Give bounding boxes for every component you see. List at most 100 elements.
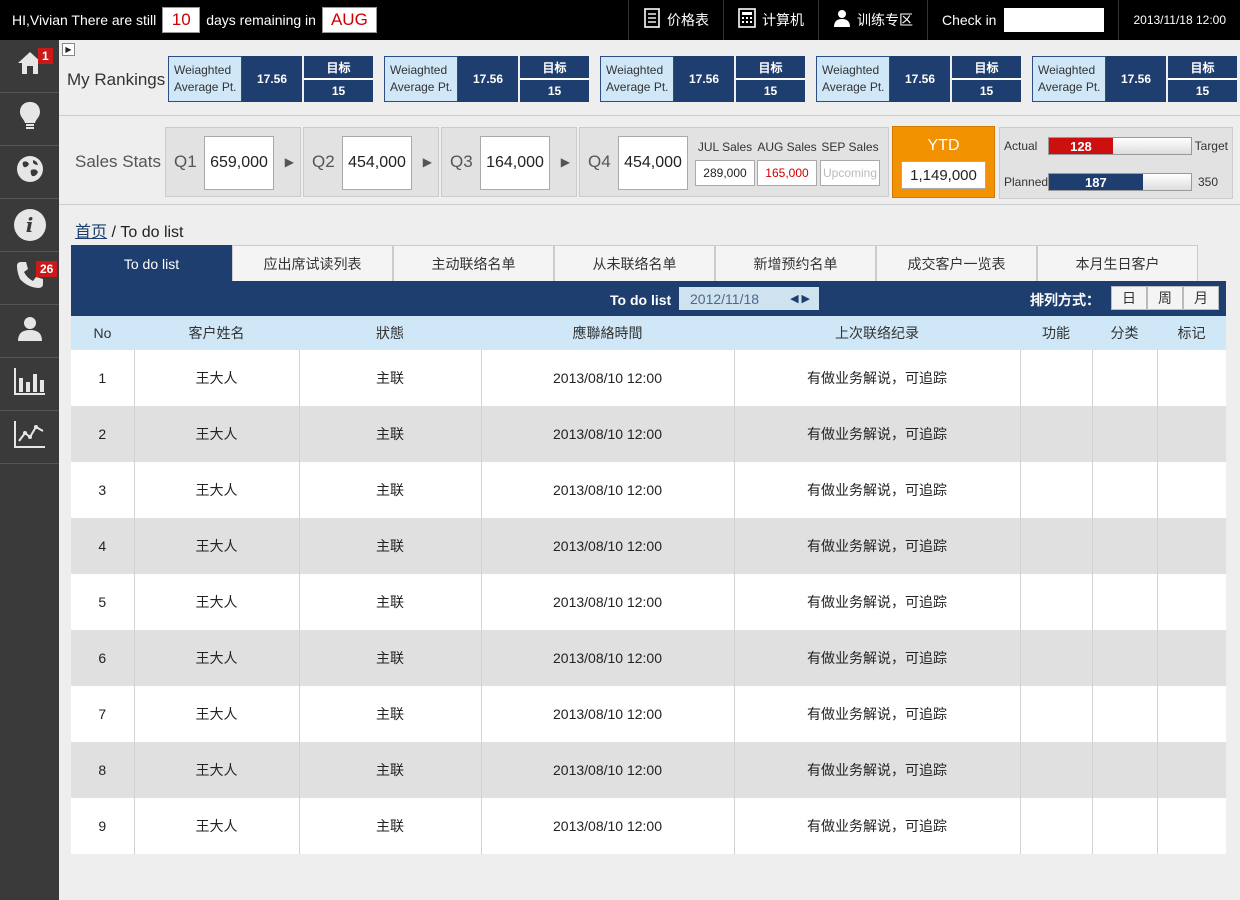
column-header-status[interactable]: 狀態	[299, 316, 481, 350]
actual-bar: 128	[1048, 137, 1192, 155]
cell-mark[interactable]	[1157, 462, 1226, 518]
table-row[interactable]: 9 王大人 主联 2013/08/10 12:00 有做业务解说，可追踪	[71, 798, 1226, 854]
checkin-field[interactable]	[1004, 8, 1105, 32]
table-row[interactable]: 2 王大人 主联 2013/08/10 12:00 有做业务解说，可追踪	[71, 406, 1226, 462]
cell-mark[interactable]	[1157, 630, 1226, 686]
column-header-no[interactable]: No	[71, 316, 134, 350]
tab-trial-attendance[interactable]: 应出席试读列表	[232, 245, 393, 281]
sidebar-item-home[interactable]: 1	[0, 40, 59, 93]
cell-category[interactable]	[1092, 574, 1158, 630]
cell-no: 6	[71, 630, 135, 686]
sort-month-button[interactable]: 月	[1183, 286, 1219, 310]
tab-active-contacts[interactable]: 主动联络名单	[393, 245, 554, 281]
cell-mark[interactable]	[1157, 574, 1226, 630]
ranking-value: 17.56	[242, 56, 302, 102]
date-picker[interactable]: 2012/11/18 ◀▶	[679, 287, 819, 310]
cell-mark[interactable]	[1157, 798, 1226, 854]
cell-category[interactable]	[1092, 518, 1158, 574]
table-row[interactable]: 4 王大人 主联 2013/08/10 12:00 有做业务解说，可追踪	[71, 518, 1226, 574]
month-sales-label: AUG Sales	[757, 140, 817, 154]
sidebar-item-bar-chart[interactable]	[0, 358, 59, 411]
cell-category[interactable]	[1092, 406, 1158, 462]
table-row[interactable]: 3 王大人 主联 2013/08/10 12:00 有做业务解说，可追踪	[71, 462, 1226, 518]
column-header-contact-time[interactable]: 應聯絡時間	[481, 316, 734, 350]
quarter-q2: Q2 454,000 ▶	[303, 127, 439, 197]
table-row[interactable]: 1 王大人 主联 2013/08/10 12:00 有做业务解说，可追踪	[71, 350, 1226, 406]
cell-category[interactable]	[1092, 462, 1158, 518]
cell-function[interactable]	[1020, 630, 1093, 686]
arrow-right-icon: ▶	[284, 155, 294, 169]
cell-function[interactable]	[1020, 742, 1093, 798]
column-header-category[interactable]: 分类	[1092, 316, 1157, 350]
planned-bar-fill: 187	[1049, 174, 1143, 190]
cell-category[interactable]	[1092, 630, 1158, 686]
cell-category[interactable]	[1092, 686, 1158, 742]
column-header-function[interactable]: 功能	[1020, 316, 1092, 350]
cell-function[interactable]	[1020, 406, 1093, 462]
cell-mark[interactable]	[1157, 406, 1226, 462]
cell-mark[interactable]	[1157, 350, 1226, 406]
table-row[interactable]: 6 王大人 主联 2013/08/10 12:00 有做业务解说，可追踪	[71, 630, 1226, 686]
ranking-value: 17.56	[890, 56, 950, 102]
cell-status: 主联	[299, 686, 482, 742]
collapse-toggle[interactable]: ▶	[62, 43, 75, 56]
column-header-last-record[interactable]: 上次联络纪录	[734, 316, 1020, 350]
sidebar-item-globe[interactable]	[0, 146, 59, 199]
tab-birthdays[interactable]: 本月生日客户	[1037, 245, 1198, 281]
quarter-label: Q2	[312, 152, 335, 171]
cell-no: 2	[71, 406, 135, 462]
cell-contact-time: 2013/08/10 12:00	[481, 406, 735, 462]
cell-function[interactable]	[1020, 574, 1093, 630]
sidebar-item-info[interactable]: i	[0, 199, 59, 252]
breadcrumb: 首页 / To do list	[75, 218, 184, 242]
breadcrumb-home-link[interactable]: 首页	[75, 224, 107, 241]
cell-mark[interactable]	[1157, 742, 1226, 798]
month-badge: AUG	[321, 7, 377, 33]
sort-options: 日 周 月	[1111, 286, 1219, 310]
sort-label: 排列方式：	[1030, 292, 1100, 308]
cell-status: 主联	[299, 406, 482, 462]
quarter-label: Q1	[174, 152, 197, 171]
top-bar: HI,Vivian There are still 10 days remain…	[0, 0, 1240, 40]
cell-category[interactable]	[1092, 798, 1158, 854]
cell-name: 王大人	[134, 798, 300, 854]
cell-mark[interactable]	[1157, 686, 1226, 742]
cell-mark[interactable]	[1157, 518, 1226, 574]
tab-todo-list[interactable]: To do list	[71, 245, 232, 281]
table-row[interactable]: 7 王大人 主联 2013/08/10 12:00 有做业务解说，可追踪	[71, 686, 1226, 742]
cell-category[interactable]	[1092, 742, 1158, 798]
column-header-name[interactable]: 客户姓名	[134, 316, 299, 350]
tab-never-contacted[interactable]: 从未联络名单	[554, 245, 715, 281]
price-list-button[interactable]: 价格表	[628, 0, 723, 40]
cell-function[interactable]	[1020, 350, 1093, 406]
sort-day-button[interactable]: 日	[1111, 286, 1147, 310]
cell-function[interactable]	[1020, 686, 1093, 742]
cell-category[interactable]	[1092, 350, 1158, 406]
date-nav-arrows-icon[interactable]: ◀▶	[790, 292, 813, 305]
tab-closed-customers[interactable]: 成交客户一览表	[876, 245, 1037, 281]
cell-status: 主联	[299, 350, 482, 406]
cell-last-record: 有做业务解说，可追踪	[734, 574, 1021, 630]
ranking-label: Weiaghted Average Pt.	[600, 56, 674, 102]
ranking-target: 目标 15	[736, 56, 805, 102]
month-sales-value: Upcoming	[820, 160, 880, 186]
sort-week-button[interactable]: 周	[1147, 286, 1183, 310]
tab-new-appointments[interactable]: 新增预约名单	[715, 245, 876, 281]
sidebar-item-profile[interactable]	[0, 305, 59, 358]
cell-function[interactable]	[1020, 518, 1093, 574]
column-header-mark[interactable]: 标记	[1157, 316, 1226, 350]
planned-target-value: 350	[1197, 175, 1218, 189]
sidebar-item-phone[interactable]: 26	[0, 252, 59, 305]
table-row[interactable]: 5 王大人 主联 2013/08/10 12:00 有做业务解说，可追踪	[71, 574, 1226, 630]
sidebar-item-ideas[interactable]	[0, 93, 59, 146]
cell-function[interactable]	[1020, 798, 1093, 854]
bar-chart-icon	[13, 366, 47, 403]
cell-function[interactable]	[1020, 462, 1093, 518]
calculator-icon	[738, 7, 756, 33]
ranking-label: Weiaghted Average Pt.	[384, 56, 458, 102]
table-row[interactable]: 8 王大人 主联 2013/08/10 12:00 有做业务解说，可追踪	[71, 742, 1226, 798]
sidebar-item-line-chart[interactable]	[0, 411, 59, 464]
calculator-button[interactable]: 计算机	[723, 0, 818, 40]
cell-no: 1	[71, 350, 135, 406]
training-button[interactable]: 训练专区	[818, 0, 927, 40]
